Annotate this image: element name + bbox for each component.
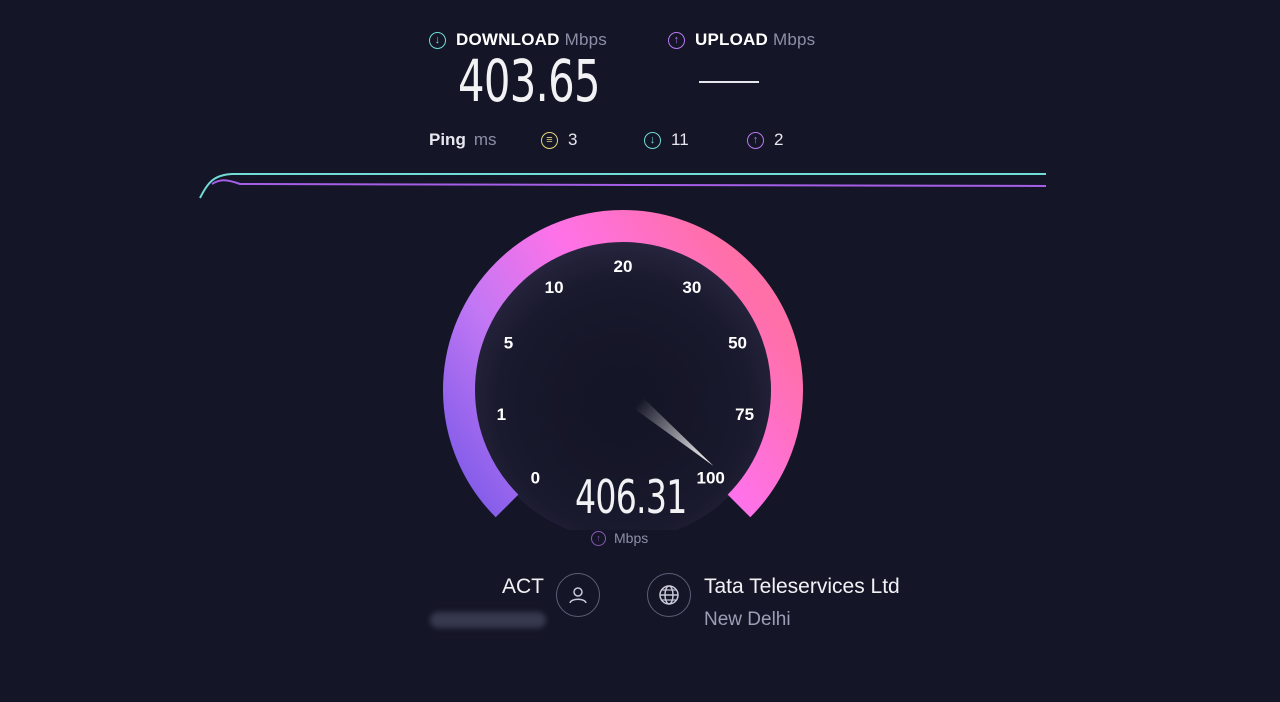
gauge-tick-label: 75: [735, 405, 754, 424]
ping-download: ↓ 11: [644, 130, 689, 150]
globe-icon: [659, 585, 679, 605]
ping-label-group: Ping ms: [429, 130, 497, 150]
upload-unit: Mbps: [772, 30, 816, 49]
upload-label: UPLOAD: [695, 30, 768, 49]
user-icon: [569, 587, 587, 604]
ping-label: Ping: [429, 130, 466, 149]
gauge-tick-label: 50: [728, 334, 747, 353]
change-isp-button[interactable]: [556, 573, 600, 617]
ping-upload: ↑ 2: [747, 130, 783, 150]
ping-idle: ≡ 3: [541, 130, 577, 150]
ping-unit: ms: [473, 130, 497, 149]
upload-header: ↑ UPLOAD Mbps: [668, 30, 815, 50]
gauge-tick-label: 10: [545, 278, 564, 297]
gauge-value: 406.31: [575, 470, 687, 524]
arrow-down-circle-icon: ↓: [644, 131, 661, 149]
ping-idle-value: 3: [568, 130, 578, 149]
gauge-tick-label: 30: [682, 278, 701, 297]
arrow-up-circle-icon: ↑: [591, 530, 606, 546]
gauge-tick-label: 0: [531, 469, 540, 488]
arrow-up-circle-icon: ↑: [668, 31, 685, 49]
gauge-tick-label: 1: [497, 405, 506, 424]
isp-name: ACT: [502, 575, 544, 598]
gauge-unit: Mbps: [614, 530, 649, 546]
upload-value-placeholder: [699, 81, 759, 83]
arrow-up-circle-icon: ↑: [747, 131, 764, 149]
idle-latency-icon: ≡: [541, 131, 558, 149]
change-server-button[interactable]: [647, 573, 691, 617]
gauge-unit-group: ↑ Mbps: [591, 530, 648, 546]
gauge-tick-label: 5: [504, 334, 513, 353]
arrow-down-circle-icon: ↓: [429, 31, 446, 49]
ping-upload-value: 2: [774, 130, 784, 149]
server-name[interactable]: Tata Teleservices Ltd: [704, 575, 900, 599]
upload-graph-line: [211, 179, 1047, 187]
gauge-tick-label: 100: [696, 469, 724, 488]
isp-ip-redacted: [430, 612, 546, 628]
gauge-tick-label: 20: [614, 257, 633, 276]
download-value: 403.65: [458, 47, 601, 115]
server-location: New Delhi: [704, 609, 791, 630]
ping-download-value: 11: [671, 130, 689, 149]
